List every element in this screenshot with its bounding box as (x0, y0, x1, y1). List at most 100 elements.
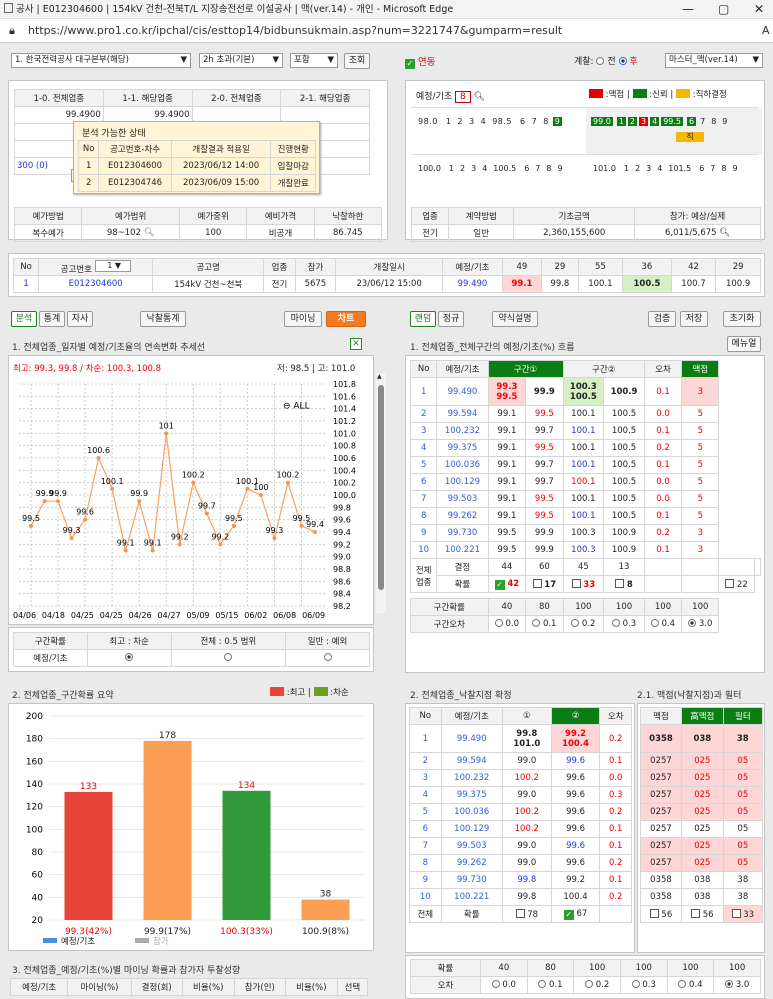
prob-check[interactable]: 22 (718, 575, 755, 593)
address-bar[interactable]: 🔒︎ https://www.pro1.co.kr/ipchal/cis/est… (0, 19, 773, 43)
manual-button[interactable]: 메뉴얼 (727, 336, 761, 352)
win-row[interactable]: 4 99.375 99.0 99.6 0.3 (409, 786, 632, 804)
include-select[interactable]: 포함 ▼ (290, 53, 338, 68)
search-icon[interactable]: 🔍︎ (719, 228, 730, 238)
mac-row[interactable]: 0257 025 05 (640, 820, 764, 838)
minimize-button[interactable]: — (682, 0, 694, 18)
tab-win-stats[interactable]: 낙찰통계 (140, 311, 186, 327)
link-toggle[interactable]: ✓ 연동 (405, 54, 436, 69)
yegi-label: 예정/기초 8 🔍︎ (416, 91, 486, 103)
window-title: 공사 | E012304600 | 154kV 건천-전북T/L 지장송전선로 … (16, 4, 454, 15)
flow-row[interactable]: 6 100.129 99.1 99.7 100.1 100.5 0.0 5 (409, 473, 761, 491)
maximize-button[interactable]: ▢ (718, 0, 729, 18)
prob-check[interactable]: 8 (603, 575, 645, 593)
close-button[interactable]: ✕ (754, 0, 764, 18)
win-row[interactable]: 2 99.594 99.0 99.6 0.1 (409, 752, 632, 770)
line-point (258, 493, 263, 497)
mac-row[interactable]: 0257 025 05 (640, 786, 764, 804)
p-check[interactable]: ✓ 67 (550, 905, 601, 923)
flow-row[interactable]: 4 99.375 99.1 99.5 100.1 100.5 0.2 5 (409, 439, 761, 457)
mac-row[interactable]: 0257 025 05 (640, 752, 764, 770)
tab-analysis[interactable]: 분석 (11, 311, 37, 327)
err-radio[interactable]: 0.1 (525, 615, 564, 633)
point-label: 100.2 (276, 471, 299, 480)
scope-radio-group[interactable]: 계찰: 전 후 (574, 54, 638, 67)
tab-mining[interactable]: 마이닝 (284, 311, 322, 327)
notice-select[interactable]: 1 ▼ (94, 259, 131, 272)
win-row[interactable]: 6 100.129 100.2 99.6 0.1 (409, 820, 632, 838)
flow-row[interactable]: 2 99.594 99.1 99.5 100.1 100.5 0.0 5 (409, 405, 761, 423)
flow-row[interactable]: 5 100.036 99.1 99.7 100.1 100.5 0.1 5 (409, 456, 761, 474)
p-check[interactable]: 33 (722, 905, 764, 923)
save-button[interactable]: 저장 (680, 311, 708, 327)
x-tick-label: 04/18 (42, 611, 65, 620)
point-label: 99.7 (198, 502, 216, 511)
tab-self[interactable]: 자사 (67, 311, 93, 327)
url-text[interactable]: https://www.pro1.co.kr/ipchal/cis/esttop… (28, 24, 562, 37)
mac-row[interactable]: 0358 038 38 (640, 871, 764, 889)
win-row[interactable]: 7 99.503 99.0 99.6 0.1 (409, 837, 632, 855)
bottom-prob-panel: 확률 40 80 100 100 100 100 오차 0.0 0.1 0.2 0.3 0.4… (405, 955, 765, 999)
err-radio[interactable]: 0.4 (643, 615, 683, 633)
mac-row[interactable]: 0358 038 38 (640, 888, 764, 906)
prob-check[interactable]: 17 (525, 575, 564, 593)
tab-random[interactable]: 랜덤 (410, 311, 436, 327)
p-check[interactable]: 56 (640, 905, 682, 923)
err-radio[interactable]: 0.2 (562, 615, 605, 633)
line-point (29, 523, 33, 528)
tab-chart[interactable]: 차트 (326, 311, 366, 327)
radio-all[interactable] (170, 649, 287, 667)
master-select[interactable]: 마스터_맥(ver.14) ▼ (665, 53, 763, 68)
win-row[interactable]: 1 99.490 99.8 101.0 99.2 100.4 0.2 (409, 724, 632, 753)
mac-row[interactable]: 0257 025 05 (640, 803, 764, 821)
chart1-scrollbar[interactable]: ▲ (376, 373, 386, 613)
mac-row[interactable]: 0257 025 05 (640, 769, 764, 787)
legend-button[interactable]: 약식설명 (492, 311, 538, 327)
err-radio[interactable]: 0.3 (619, 976, 668, 994)
err-radio[interactable]: 0.1 (526, 976, 575, 994)
excel-icon[interactable]: ✕ (350, 338, 362, 350)
mac-row[interactable]: 0358 038 38 (640, 724, 764, 753)
verify-button[interactable]: 검증 (648, 311, 676, 327)
flow-row[interactable]: 8 99.262 99.1 99.5 100.1 100.5 0.1 5 (409, 507, 761, 525)
popup-row[interactable]: 2 E012304746 2023/06/09 15:00 개찰완료 (77, 174, 316, 192)
tab-stats[interactable]: 통계 (39, 311, 65, 327)
mac-row[interactable]: 0257 025 05 (640, 854, 764, 872)
win-row[interactable]: 5 100.036 100.2 99.6 0.2 (409, 803, 632, 821)
prob-check[interactable]: 33 (562, 575, 605, 593)
notice-row[interactable]: 1 E012304600 154kV 건천~천북 전기 5675 23/06/12 15:… (12, 275, 761, 293)
win-row[interactable]: 9 99.730 99.8 99.2 0.1 (409, 871, 632, 889)
right2-panel: No 예정/기초 ① ② 오차 1 99.490 99.8 101.0 99.2 100.4 0.2 2… (405, 703, 635, 953)
flow-row[interactable]: 1 99.490 99.3 99.5 99.9 100.3 100.5 100.9 0.1 3 (409, 377, 761, 406)
win-row[interactable]: 3 100.232 100.2 99.6 0.0 (409, 769, 632, 787)
p-check[interactable]: 56 (680, 905, 724, 923)
p-check[interactable]: 78 (501, 905, 552, 923)
err-radio[interactable]: 0.0 (487, 615, 527, 633)
win-row[interactable]: 10 100.221 99.8 100.4 0.2 (409, 888, 632, 906)
flow-row[interactable]: 3 100.232 99.1 99.7 100.1 100.5 0.1 5 (409, 422, 761, 440)
win-row[interactable]: 8 99.262 99.0 99.6 0.2 (409, 854, 632, 872)
read-aloud-icon[interactable]: A (762, 19, 770, 43)
y-tick-label: 100.2 (333, 479, 356, 488)
reset-button[interactable]: 초기화 (723, 311, 761, 327)
period-select[interactable]: 2h 초과(기본) ▼ (199, 53, 283, 68)
search-icon[interactable]: 🔍︎ (474, 92, 485, 102)
org-select[interactable]: 1. 한국전력공사 대구본부(해당) ▼ (11, 53, 191, 68)
err-radio[interactable]: 3.0 (713, 976, 761, 994)
flow-row[interactable]: 9 99.730 99.5 99.9 100.3 100.9 0.2 3 (409, 524, 761, 542)
radio-top[interactable] (86, 649, 172, 667)
prob-check[interactable]: ✓ 42 (487, 575, 527, 593)
radio-normal[interactable] (285, 649, 370, 667)
search-button[interactable]: 조회 (344, 53, 370, 69)
flow-row[interactable]: 7 99.503 99.1 99.5 100.1 100.5 0.0 5 (409, 490, 761, 508)
err-radio[interactable]: 0.4 (666, 976, 715, 994)
err-radio[interactable]: 0.3 (603, 615, 645, 633)
tab-regular[interactable]: 정규 (438, 311, 464, 327)
err-radio[interactable]: 3.0 (681, 615, 720, 633)
popup-row[interactable]: 1 E012304600 2023/06/12 14:00 입찰마감 (77, 157, 316, 175)
err-radio[interactable]: 0.0 (480, 976, 528, 994)
err-radio[interactable]: 0.2 (573, 976, 621, 994)
search-icon[interactable]: 🔍︎ (144, 228, 155, 238)
flow-row[interactable]: 10 100.221 99.5 99.9 100.3 100.9 0.1 3 (409, 541, 761, 559)
mac-row[interactable]: 0257 025 05 (640, 837, 764, 855)
